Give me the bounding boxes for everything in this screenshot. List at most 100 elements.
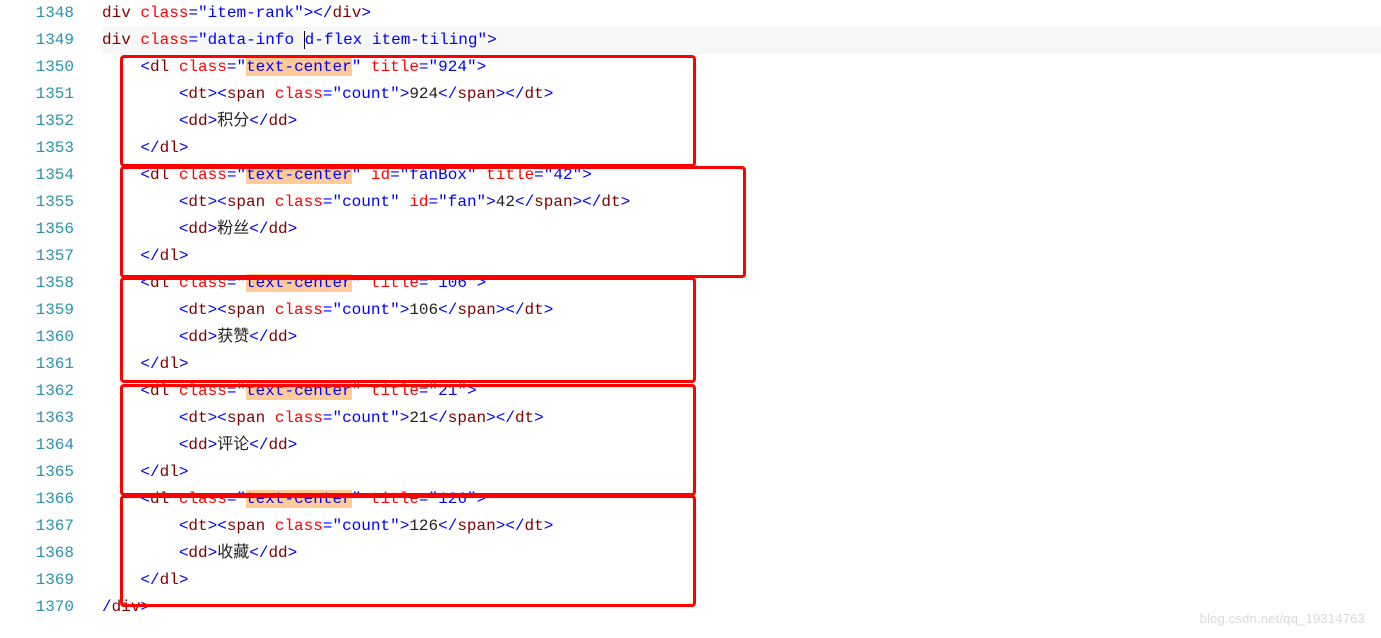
text-node: 收藏 xyxy=(217,544,249,562)
line-number: 1358 xyxy=(0,270,92,297)
attr-text: class xyxy=(275,301,323,319)
tag-text: dd xyxy=(268,544,287,562)
code-area[interactable]: div class="item-rank"></div> div class="… xyxy=(102,0,1381,621)
attr-val: 924 xyxy=(438,58,467,76)
line-number-gutter: 1348134913501351135213531354135513561357… xyxy=(0,0,92,621)
code-line[interactable]: </dl> xyxy=(102,459,1381,486)
tag-text: span xyxy=(227,85,265,103)
tag-text: dt xyxy=(601,193,620,211)
tag-text: dt xyxy=(188,517,207,535)
code-line[interactable]: <dt><span class="count">924</span></dt> xyxy=(102,81,1381,108)
tag-text: span xyxy=(448,409,486,427)
attr-text: class xyxy=(275,517,323,535)
tag-text: span xyxy=(457,301,495,319)
attr-text: class xyxy=(179,166,227,184)
line-number: 1363 xyxy=(0,405,92,432)
attr-val: d-flex item-tiling xyxy=(305,31,478,49)
tag-text: div xyxy=(102,31,131,49)
attr-val: 126 xyxy=(438,490,467,508)
code-line-active[interactable]: div class="data-info d-flex item-tiling"… xyxy=(102,27,1381,54)
tag-text: dl xyxy=(150,490,169,508)
line-number: 1352 xyxy=(0,108,92,135)
line-number: 1353 xyxy=(0,135,92,162)
attr-val: count xyxy=(342,193,390,211)
search-highlight: text-center xyxy=(246,166,352,184)
tag-text: dt xyxy=(515,409,534,427)
text-node: 126 xyxy=(409,517,438,535)
code-line[interactable]: </dl> xyxy=(102,351,1381,378)
tag-text: dl xyxy=(160,139,179,157)
tag-text: dl xyxy=(160,463,179,481)
text-node: 42 xyxy=(496,193,515,211)
tag-text: dd xyxy=(188,112,207,130)
tag-text: dl xyxy=(160,355,179,373)
line-number: 1360 xyxy=(0,324,92,351)
code-line[interactable]: <dl class="text-center" title="126"> xyxy=(102,486,1381,513)
tag-text: dd xyxy=(268,112,287,130)
line-number: 1348 xyxy=(0,0,92,27)
code-line[interactable]: </dl> xyxy=(102,135,1381,162)
attr-text: class xyxy=(179,58,227,76)
code-line[interactable]: <dt><span class="count">21</span></dt> xyxy=(102,405,1381,432)
code-line[interactable]: <dd>粉丝</dd> xyxy=(102,216,1381,243)
attr-val: 106 xyxy=(438,274,467,292)
code-line[interactable]: <dd>获赞</dd> xyxy=(102,324,1381,351)
text-node: 924 xyxy=(409,85,438,103)
code-line[interactable]: <dl class="text-center" title="21"> xyxy=(102,378,1381,405)
line-number: 1351 xyxy=(0,81,92,108)
tag-text: dt xyxy=(188,85,207,103)
attr-val: count xyxy=(342,301,390,319)
watermark-text: blog.csdn.net/qq_19314763 xyxy=(1200,605,1365,632)
text-node: 获赞 xyxy=(217,328,249,346)
code-line[interactable]: <dd>评论</dd> xyxy=(102,432,1381,459)
tag-text: dl xyxy=(150,274,169,292)
line-number: 1369 xyxy=(0,567,92,594)
code-line[interactable]: <dt><span class="count">106</span></dt> xyxy=(102,297,1381,324)
line-number: 1361 xyxy=(0,351,92,378)
tag-text: span xyxy=(227,193,265,211)
tag-text: dl xyxy=(160,247,179,265)
code-line[interactable]: <dt><span class="count" id="fan">42</spa… xyxy=(102,189,1381,216)
attr-val: 42 xyxy=(553,166,572,184)
tag-text: dl xyxy=(150,382,169,400)
attr-text: class xyxy=(179,274,227,292)
code-line[interactable]: </dl> xyxy=(102,243,1381,270)
code-line[interactable]: div class="item-rank"></div> xyxy=(102,0,1381,27)
line-number: 1349 xyxy=(0,27,92,54)
attr-val: data-info xyxy=(208,31,304,49)
tag-text: dd xyxy=(188,328,207,346)
search-highlight: text-center xyxy=(246,58,352,76)
text-node: 106 xyxy=(409,301,438,319)
text-node: 评论 xyxy=(217,436,249,454)
tag-text: div xyxy=(102,4,131,22)
tag-text: dl xyxy=(160,571,179,589)
search-highlight: text-center xyxy=(246,274,352,292)
code-line[interactable]: <dt><span class="count">126</span></dt> xyxy=(102,513,1381,540)
tag-text: dt xyxy=(188,301,207,319)
tag-text: span xyxy=(227,409,265,427)
code-line[interactable]: <dd>收藏</dd> xyxy=(102,540,1381,567)
line-number: 1366 xyxy=(0,486,92,513)
code-line[interactable]: </dl> xyxy=(102,567,1381,594)
tag-text: dt xyxy=(525,517,544,535)
search-highlight: text-center xyxy=(246,490,352,508)
line-number: 1367 xyxy=(0,513,92,540)
code-line[interactable]: <dd>积分</dd> xyxy=(102,108,1381,135)
text-node: 粉丝 xyxy=(217,220,249,238)
attr-text: class xyxy=(179,382,227,400)
tag-close: div xyxy=(333,4,362,22)
line-number: 1354 xyxy=(0,162,92,189)
tag-text: div xyxy=(112,598,141,616)
attr-text: class xyxy=(140,31,188,49)
attr-text: title xyxy=(486,166,534,184)
tag-text: dt xyxy=(188,409,207,427)
code-line[interactable]: <dl class="text-center" title="924"> xyxy=(102,54,1381,81)
attr-text: class xyxy=(275,193,323,211)
code-line[interactable]: /div> xyxy=(102,594,1381,621)
attr-text: title xyxy=(371,274,419,292)
tag-text: span xyxy=(227,517,265,535)
attr-text: id xyxy=(409,193,428,211)
attr-text: class xyxy=(140,4,188,22)
code-line[interactable]: <dl class="text-center" title="106"> xyxy=(102,270,1381,297)
code-line[interactable]: <dl class="text-center" id="fanBox" titl… xyxy=(102,162,1381,189)
